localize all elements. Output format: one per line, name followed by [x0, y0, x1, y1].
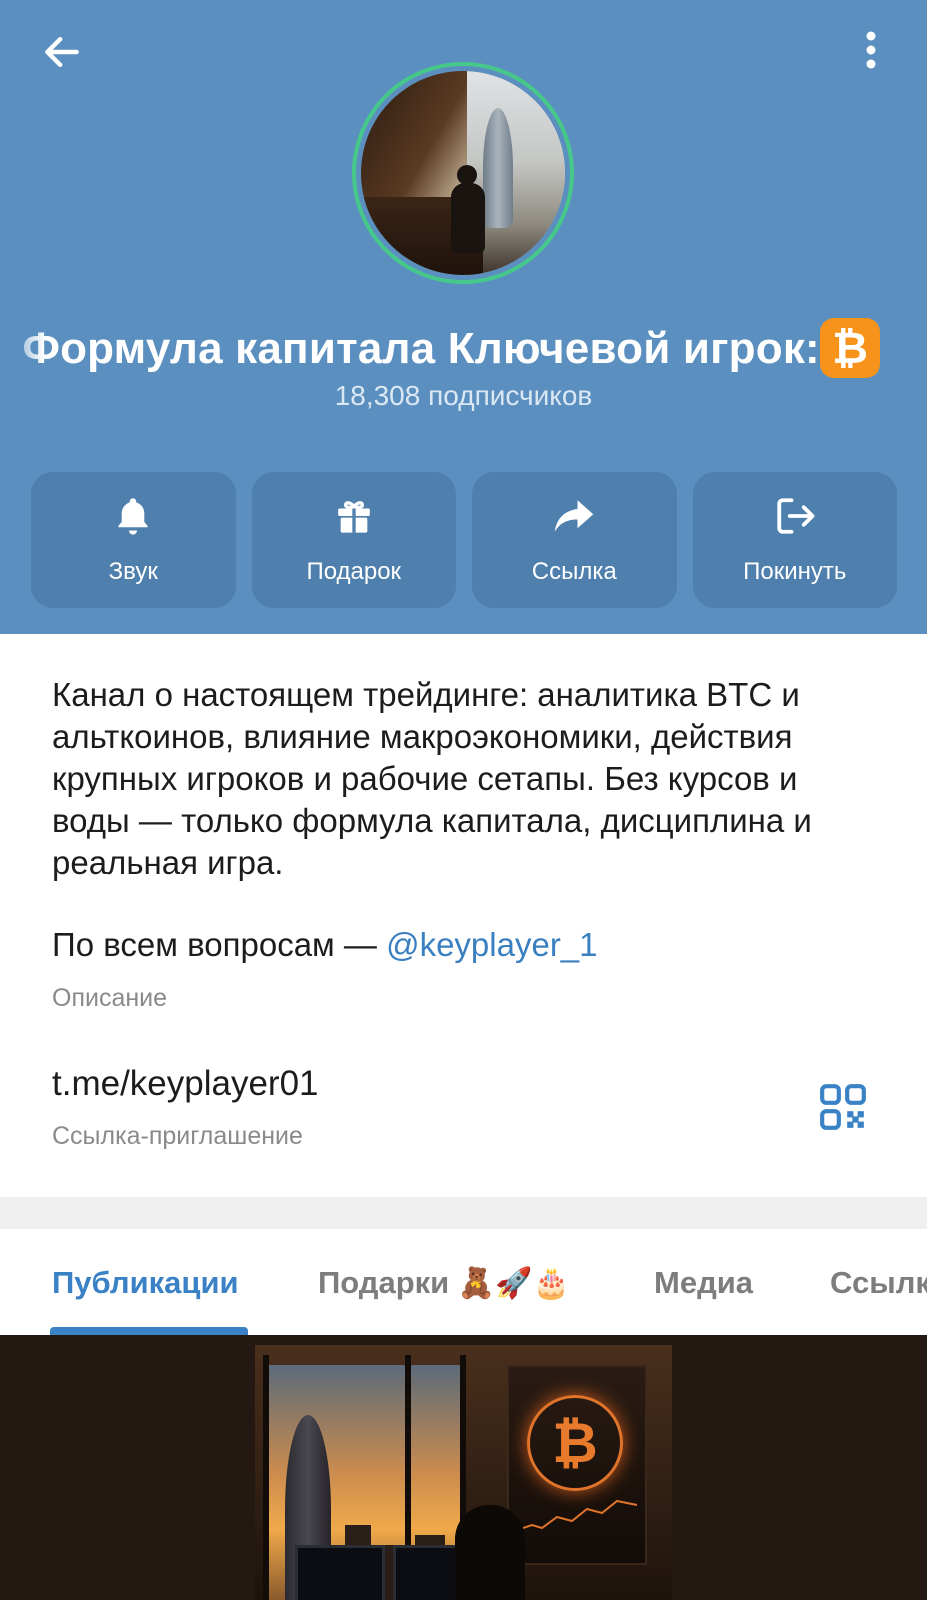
- back-button[interactable]: [36, 26, 88, 78]
- qr-code-icon: [820, 1084, 866, 1130]
- sound-button-label: Звук: [108, 558, 158, 585]
- gift-icon: [332, 494, 376, 538]
- post-image: ₿: [255, 1345, 672, 1600]
- subscriber-count: 18,308 подписчиков: [334, 380, 593, 411]
- qr-code-button[interactable]: [818, 1082, 868, 1132]
- gift-emojis: 🧸🚀🎂: [457, 1266, 570, 1301]
- tab-media[interactable]: Медиа: [654, 1265, 753, 1301]
- action-bar: Звук Подарок Ссылка Покинуть: [31, 472, 897, 608]
- bitcoin-icon: ₿: [527, 1395, 623, 1491]
- tab-gifts-label: Подарки: [318, 1265, 450, 1300]
- avatar-image: [361, 71, 565, 275]
- arrow-left-icon: [45, 36, 79, 68]
- section-divider: [0, 1197, 927, 1229]
- content-tabs: Публикации Подарки 🧸🚀🎂 Медиа Ссылки: [0, 1229, 927, 1335]
- contact-line: По всем вопросам — @keyplayer_1: [52, 926, 598, 964]
- share-link-button[interactable]: Ссылка: [472, 472, 677, 608]
- leave-button[interactable]: Покинуть: [692, 472, 897, 608]
- channel-description: Канал о настоящем трейдинге: аналитика B…: [52, 676, 812, 881]
- share-link-button-label: Ссылка: [531, 558, 617, 585]
- invite-link[interactable]: t.me/keyplayer01: [52, 1064, 319, 1104]
- tab-links[interactable]: Ссылки: [830, 1265, 927, 1301]
- active-tab-indicator: [50, 1327, 248, 1335]
- bell-icon: [111, 494, 155, 538]
- tab-publications[interactable]: Публикации: [52, 1265, 239, 1301]
- more-options-button[interactable]: [845, 24, 897, 76]
- channel-info: Канал о настоящем трейдинге: аналитика B…: [0, 634, 927, 1197]
- leave-icon: [773, 494, 817, 538]
- description-caption: Описание: [52, 984, 168, 1012]
- channel-header: Формула капитала Ключевой игрок: с ₿ 18,…: [0, 0, 927, 634]
- share-icon: [552, 494, 596, 538]
- invite-link-caption: Ссылка-приглашение: [52, 1122, 303, 1150]
- post-media[interactable]: ₿: [0, 1335, 927, 1600]
- channel-title-text: Формула капитала Ключевой игрок: с: [22, 324, 857, 373]
- gift-button-label: Подарок: [306, 558, 402, 585]
- gift-button[interactable]: Подарок: [251, 472, 456, 608]
- bitcoin-icon: ₿: [820, 318, 880, 378]
- tab-gifts[interactable]: Подарки 🧸🚀🎂: [318, 1265, 570, 1301]
- channel-avatar[interactable]: [352, 62, 574, 284]
- contact-prefix: По всем вопросам —: [52, 926, 387, 963]
- more-vertical-icon: [866, 31, 876, 69]
- leave-button-label: Покинуть: [743, 558, 847, 585]
- contact-mention-link[interactable]: @keyplayer_1: [386, 926, 597, 963]
- sound-button[interactable]: Звук: [31, 472, 236, 608]
- channel-title: Формула капитала Ключевой игрок: с: [0, 318, 927, 380]
